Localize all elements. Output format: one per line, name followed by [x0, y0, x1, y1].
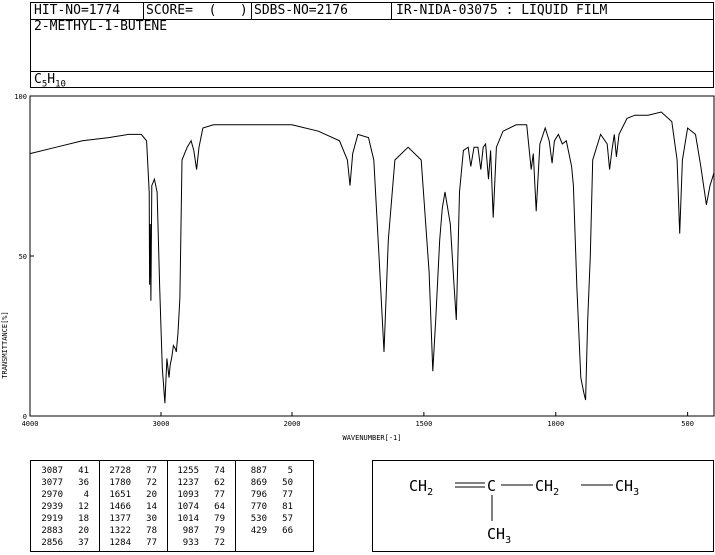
- peak-transmittance: 77: [214, 490, 225, 500]
- peak-transmittance: 57: [282, 514, 293, 524]
- peak-wavenumber: 1377: [109, 514, 131, 524]
- peak-transmittance: 18: [78, 514, 89, 524]
- molecular-structure: CH2 C CH2 CH3 CH3: [372, 460, 714, 552]
- peak-wavenumber: 3077: [41, 478, 63, 488]
- formula-element: C: [34, 72, 42, 87]
- peak-column-divider: [235, 461, 236, 551]
- peak-column: 887 5 869 50 796 77 770 81 530 57 429 66: [235, 461, 303, 551]
- peak-transmittance: 5: [287, 466, 293, 476]
- header-row: HIT-NO=1774 SCORE= ( ) SDBS-NO=2176 IR-N…: [31, 3, 713, 20]
- peak-transmittance: 79: [214, 526, 225, 536]
- peak-column-divider: [167, 461, 168, 551]
- sdbs-number: SDBS-NO=2176: [254, 3, 348, 18]
- peak-wavenumber: 1322: [109, 526, 131, 536]
- peak-transmittance: 78: [146, 526, 157, 536]
- peak-transmittance: 77: [146, 538, 157, 548]
- x-tick-label: 3000: [153, 420, 170, 428]
- peak-wavenumber: 1074: [177, 502, 199, 512]
- peak-transmittance: 20: [146, 490, 157, 500]
- peak-transmittance: 79: [214, 514, 225, 524]
- peak-wavenumber: 1466: [109, 502, 131, 512]
- ir-spectrum-chart: 4000 3000 2000 1500 1000 500 0 50 100 WAVENUMBER…: [1, 93, 715, 442]
- peak-wavenumber: 1255: [177, 466, 199, 476]
- formula-element: H: [47, 72, 56, 87]
- peak-transmittance: 62: [214, 478, 225, 488]
- y-tick-label: 50: [19, 253, 27, 261]
- peak-transmittance: 41: [78, 466, 89, 476]
- peak-transmittance: 66: [282, 526, 293, 536]
- chart-ticks: 4000 3000 2000 1500 1000 500 0 50 100: [14, 93, 694, 428]
- peak-column: 1255 74 1237 62 1093 77 1074 64 1014 79 987 79 933 72: [167, 461, 235, 551]
- peak-wavenumber: 1093: [177, 490, 199, 500]
- peak-wavenumber: 869: [250, 478, 267, 488]
- peak-transmittance: 50: [282, 478, 293, 488]
- x-tick-label: 4000: [22, 420, 39, 428]
- peak-wavenumber: 887: [250, 466, 267, 476]
- peak-transmittance: 72: [146, 478, 157, 488]
- header-divider: [391, 3, 392, 19]
- x-tick-label: 1500: [415, 420, 432, 428]
- peak-wavenumber: 1651: [109, 490, 131, 500]
- peak-transmittance: 72: [214, 538, 225, 548]
- structure-ch3-right: CH3: [615, 477, 639, 498]
- score: SCORE= ( ): [146, 3, 248, 18]
- peak-transmittance: 14: [146, 502, 157, 512]
- chart-axes: [29, 95, 715, 417]
- peak-wavenumber: 2939: [41, 502, 63, 512]
- peak-wavenumber: 429: [250, 526, 267, 536]
- structure-ch2-mid: CH2: [535, 477, 559, 498]
- peak-transmittance: 30: [146, 514, 157, 524]
- peak-table: 3087 41 3077 36 2970 4 2939 12 2919 18 2883 20 2856 3…: [30, 460, 314, 552]
- peak-wavenumber: 530: [250, 514, 267, 524]
- formula-divider: [31, 71, 713, 72]
- peak-wavenumber: 770: [250, 502, 267, 512]
- spectrum-line: [29, 111, 715, 404]
- peak-wavenumber: 1237: [177, 478, 199, 488]
- compound-name: 2-METHYL-1-BUTENE: [34, 19, 168, 34]
- peak-transmittance: 37: [78, 538, 89, 548]
- x-tick-label: 1000: [547, 420, 564, 428]
- peak-wavenumber: 987: [182, 526, 199, 536]
- peak-transmittance: 77: [146, 466, 157, 476]
- plot-frame: [29, 95, 715, 417]
- peak-wavenumber: 2883: [41, 526, 63, 536]
- peak-wavenumber: 2728: [109, 466, 131, 476]
- x-axis-label: WAVENUMBER[-1]: [342, 434, 401, 442]
- peak-transmittance: 4: [83, 490, 89, 500]
- y-tick-label: 100: [14, 93, 27, 101]
- x-tick-label: 500: [681, 420, 694, 428]
- peak-column: 2728 77 1780 72 1651 20 1466 14 1377 30 1322 78 1284…: [99, 461, 167, 551]
- structure-drawing: CH2 C CH2 CH3 CH3: [409, 477, 639, 546]
- peak-transmittance: 81: [282, 502, 293, 512]
- spectrum-header: HIT-NO=1774 SCORE= ( ) SDBS-NO=2176 IR-N…: [30, 2, 714, 90]
- peak-transmittance: 12: [78, 502, 89, 512]
- y-tick-label: 0: [23, 413, 27, 421]
- peak-wavenumber: 3087: [41, 466, 63, 476]
- peak-wavenumber: 1780: [109, 478, 131, 488]
- peak-column-divider: [99, 461, 100, 551]
- peak-wavenumber: 2970: [41, 490, 63, 500]
- peak-wavenumber: 933: [182, 538, 199, 548]
- peak-transmittance: 77: [282, 490, 293, 500]
- hit-number: HIT-NO=1774: [34, 3, 121, 18]
- peak-wavenumber: 1014: [177, 514, 199, 524]
- peak-transmittance: 20: [78, 526, 89, 536]
- structure-c-center: C: [487, 477, 496, 495]
- peak-column: 3087 41 3077 36 2970 4 2939 12 2919 18 2883 20 2856 3…: [31, 461, 99, 551]
- ir-info: IR-NIDA-03075 : LIQUID FILM: [396, 3, 608, 18]
- y-axis-label: TRANSMITTANCE[%]: [1, 311, 9, 378]
- peak-wavenumber: 2919: [41, 514, 63, 524]
- peak-transmittance: 64: [214, 502, 225, 512]
- x-tick-label: 2000: [284, 420, 301, 428]
- structure-ch3-bottom: CH3: [487, 525, 511, 546]
- peak-wavenumber: 796: [250, 490, 267, 500]
- peak-wavenumber: 1284: [109, 538, 131, 548]
- peak-transmittance: 74: [214, 466, 225, 476]
- peak-wavenumber: 2856: [41, 538, 63, 548]
- structure-ch2-left: CH2: [409, 477, 433, 498]
- peak-transmittance: 36: [78, 478, 89, 488]
